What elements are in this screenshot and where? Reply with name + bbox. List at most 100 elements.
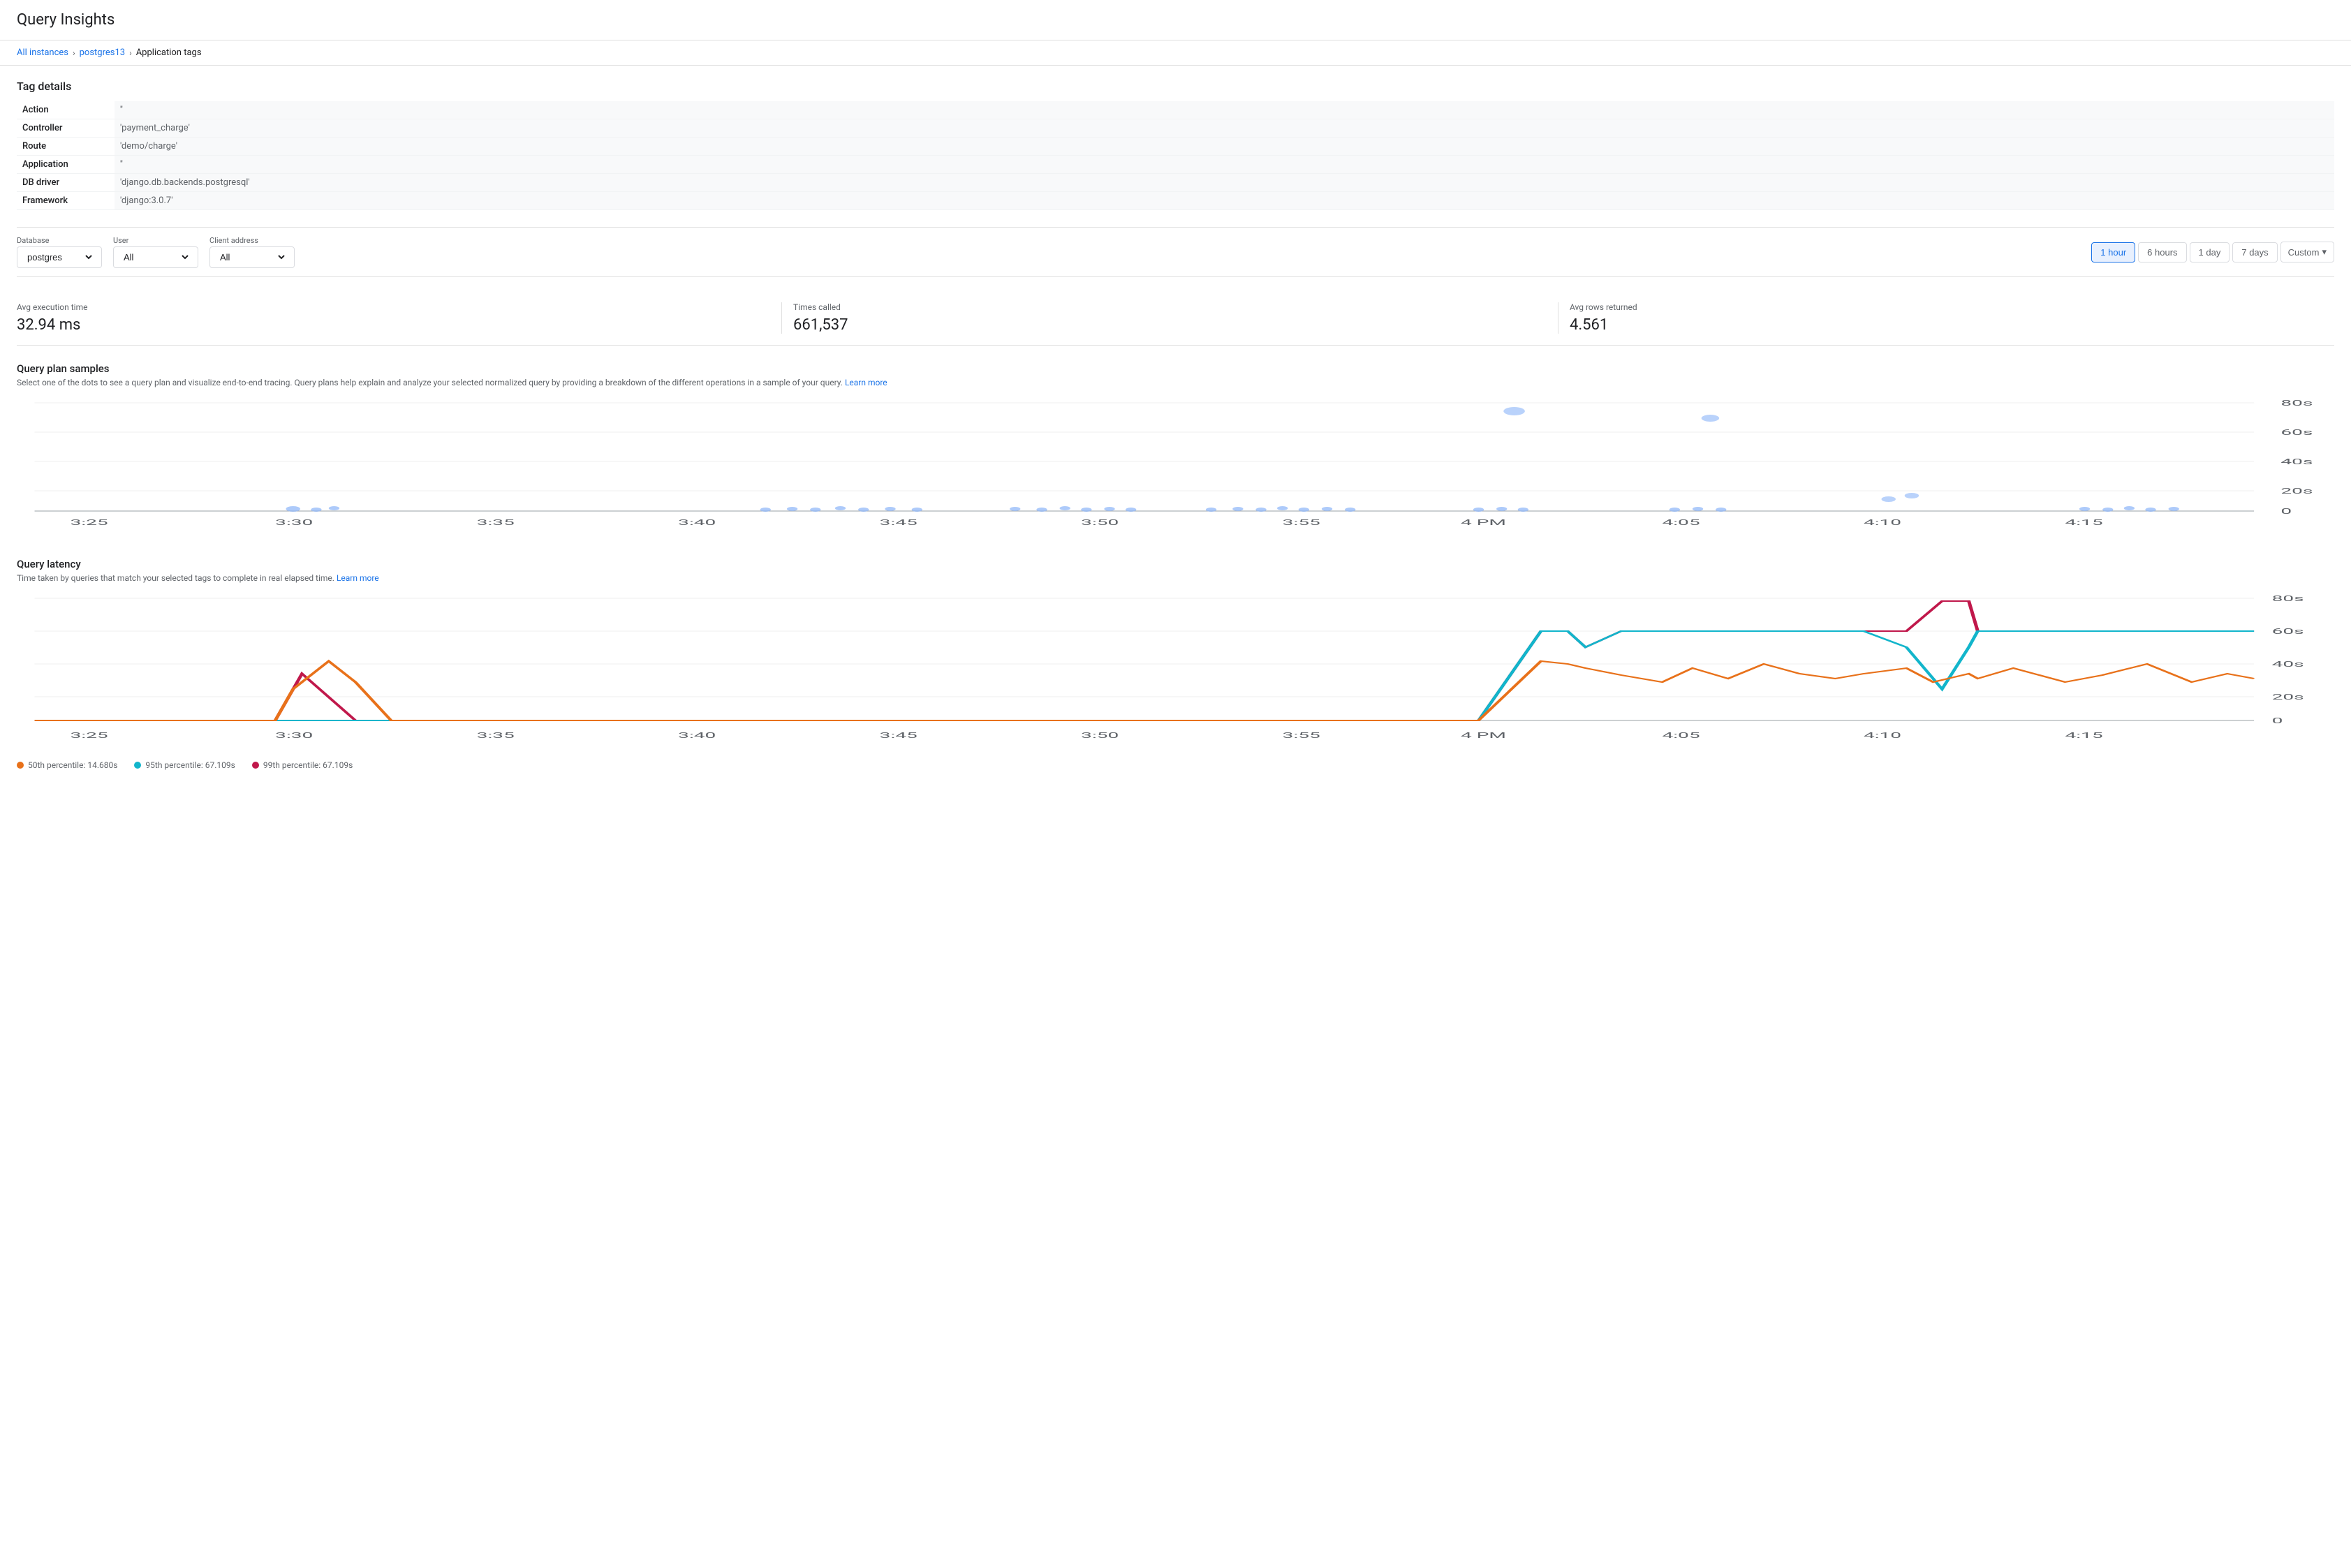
table-row: Application '' (17, 156, 2334, 174)
metric-avg-rows-value: 4.561 (1570, 316, 2323, 334)
legend-dot-95th (134, 762, 141, 769)
main-content: Tag details Action '' Controller 'paymen… (0, 66, 2351, 806)
query-latency-section: Query latency Time taken by queries that… (17, 558, 2334, 770)
metric-avg-execution-value: 32.94 ms (17, 316, 770, 334)
breadcrumb-postgres13[interactable]: postgres13 (80, 47, 125, 58)
database-filter-label: Database (17, 236, 102, 245)
table-row: DB driver 'django.db.backends.postgresql… (17, 174, 2334, 192)
tag-value-route: 'demo/charge' (115, 138, 2334, 156)
table-row: Framework 'django:3.0.7' (17, 192, 2334, 210)
svg-text:60s: 60s (2280, 428, 2313, 437)
query-latency-chart: 80s 60s 40s 20s 0 3:25 3:30 3:35 3:40 3:… (17, 591, 2334, 752)
svg-text:3:30: 3:30 (275, 518, 313, 527)
svg-text:3:35: 3:35 (477, 518, 515, 527)
svg-text:4:10: 4:10 (1864, 731, 1901, 740)
page-header: Query Insights (0, 0, 2351, 40)
svg-text:4:15: 4:15 (2065, 518, 2102, 527)
svg-text:4:05: 4:05 (1662, 518, 1700, 527)
time-btn-custom[interactable]: Custom ▾ (2280, 242, 2334, 262)
legend-row: 50th percentile: 14.680s 95th percentile… (17, 760, 2334, 770)
metrics-row: Avg execution time 32.94 ms Times called… (17, 291, 2334, 346)
tag-label-db-driver: DB driver (17, 174, 115, 192)
time-btn-6hours[interactable]: 6 hours (2138, 242, 2186, 262)
chevron-down-icon: ▾ (2322, 246, 2327, 258)
custom-label: Custom (2288, 247, 2320, 258)
client-address-select[interactable]: All (217, 251, 287, 263)
query-latency-learn-more[interactable]: Learn more (337, 573, 379, 583)
query-plan-learn-more[interactable]: Learn more (845, 378, 887, 387)
metric-avg-execution: Avg execution time 32.94 ms (17, 302, 782, 334)
svg-text:3:50: 3:50 (1081, 731, 1119, 740)
legend-label-50th: 50th percentile: 14.680s (28, 760, 117, 770)
svg-text:20s: 20s (2280, 487, 2313, 496)
table-row: Route 'demo/charge' (17, 138, 2334, 156)
svg-text:3:55: 3:55 (1283, 518, 1320, 527)
svg-text:40s: 40s (2272, 660, 2304, 669)
svg-text:3:55: 3:55 (1283, 731, 1320, 740)
client-address-filter-label: Client address (209, 236, 295, 245)
tag-details-table: Action '' Controller 'payment_charge' Ro… (17, 101, 2334, 210)
svg-text:20s: 20s (2272, 693, 2304, 702)
legend-dot-50th (17, 762, 24, 769)
legend-50th: 50th percentile: 14.680s (17, 760, 117, 770)
time-buttons: 1 hour 6 hours 1 day 7 days Custom ▾ (2091, 242, 2334, 262)
user-filter-label: User (113, 236, 198, 245)
table-row: Controller 'payment_charge' (17, 119, 2334, 138)
metric-avg-rows: Avg rows returned 4.561 (1558, 302, 2334, 334)
legend-99th: 99th percentile: 67.109s (252, 760, 353, 770)
tag-label-application: Application (17, 156, 115, 174)
page-title: Query Insights (17, 11, 2334, 29)
tag-value-action: '' (115, 101, 2334, 119)
breadcrumb-all-instances[interactable]: All instances (17, 47, 68, 58)
filters-row: Database postgres User All Client addres… (17, 227, 2334, 277)
metric-avg-rows-label: Avg rows returned (1570, 302, 2323, 312)
svg-text:3:30: 3:30 (275, 731, 313, 740)
query-latency-title: Query latency (17, 558, 2334, 570)
tag-details-title: Tag details (17, 80, 2334, 93)
user-filter: User All (113, 236, 198, 268)
query-plan-title: Query plan samples (17, 362, 2334, 375)
svg-text:40s: 40s (2280, 457, 2313, 466)
metric-times-called: Times called 661,537 (782, 302, 1558, 334)
breadcrumb-sep-1: › (73, 48, 75, 58)
query-plan-chart: 80s 60s 40s 20s 0 3:25 3:30 3:35 3:40 3:… (17, 396, 2334, 535)
legend-dot-99th (252, 762, 259, 769)
query-latency-desc-text: Time taken by queries that match your se… (17, 573, 337, 583)
database-filter: Database postgres (17, 236, 102, 268)
svg-text:3:45: 3:45 (880, 518, 917, 527)
svg-text:60s: 60s (2272, 627, 2304, 636)
legend-95th: 95th percentile: 67.109s (134, 760, 235, 770)
query-plan-svg: 80s 60s 40s 20s 0 3:25 3:30 3:35 3:40 3:… (17, 396, 2334, 535)
time-btn-1hour[interactable]: 1 hour (2091, 242, 2135, 262)
tag-label-controller: Controller (17, 119, 115, 138)
database-select-wrapper[interactable]: postgres (17, 246, 102, 268)
svg-text:4:10: 4:10 (1864, 518, 1901, 527)
table-row: Action '' (17, 101, 2334, 119)
user-select[interactable]: All (121, 251, 191, 263)
tag-value-controller: 'payment_charge' (115, 119, 2334, 138)
time-btn-7days[interactable]: 7 days (2232, 242, 2277, 262)
query-latency-description: Time taken by queries that match your se… (17, 573, 2334, 583)
user-select-wrapper[interactable]: All (113, 246, 198, 268)
tag-label-framework: Framework (17, 192, 115, 210)
tag-value-db-driver: 'django.db.backends.postgresql' (115, 174, 2334, 192)
client-address-filter: Client address All (209, 236, 295, 268)
time-btn-1day[interactable]: 1 day (2190, 242, 2230, 262)
svg-text:3:35: 3:35 (477, 731, 515, 740)
svg-text:4 PM: 4 PM (1461, 731, 1506, 740)
svg-text:4 PM: 4 PM (1461, 518, 1506, 527)
breadcrumb: All instances › postgres13 › Application… (0, 40, 2351, 66)
client-address-select-wrapper[interactable]: All (209, 246, 295, 268)
tag-value-application: '' (115, 156, 2334, 174)
svg-text:3:40: 3:40 (678, 731, 716, 740)
query-plan-description: Select one of the dots to see a query pl… (17, 378, 2334, 387)
svg-text:0: 0 (2280, 507, 2292, 516)
svg-text:3:50: 3:50 (1081, 518, 1119, 527)
database-select[interactable]: postgres (24, 251, 94, 263)
tag-label-route: Route (17, 138, 115, 156)
legend-label-95th: 95th percentile: 67.109s (145, 760, 235, 770)
svg-text:3:25: 3:25 (71, 518, 108, 527)
tag-label-action: Action (17, 101, 115, 119)
svg-text:80s: 80s (2280, 399, 2313, 408)
svg-text:3:45: 3:45 (880, 731, 917, 740)
